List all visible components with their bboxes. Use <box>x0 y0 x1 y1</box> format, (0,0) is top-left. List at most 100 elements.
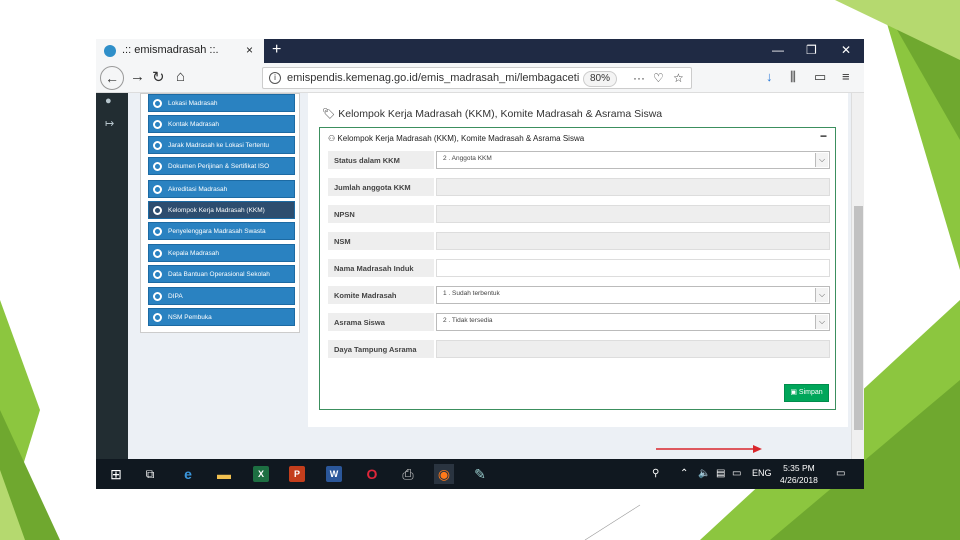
page-scrollbar[interactable] <box>851 93 864 459</box>
file-explorer-icon[interactable]: ▬ <box>214 464 234 484</box>
nsm-input[interactable] <box>436 232 830 250</box>
forward-button[interactable]: → <box>130 68 145 85</box>
back-button[interactable]: ← <box>100 66 124 90</box>
word-icon[interactable]: W <box>326 466 342 482</box>
slide: .:: emismadrasah ::. × + — ❐ ✕ ← → ↻ ⌂ i… <box>0 0 960 540</box>
powerpoint-icon[interactable]: P <box>289 466 305 482</box>
panel-title: ⚇ Kelompok Kerja Madrasah (KKM), Komite … <box>328 134 585 143</box>
sidebar-item-penyelenggara[interactable]: Penyelenggara Madrasah Swasta <box>148 222 295 240</box>
volume-icon[interactable]: 🔈 <box>698 468 710 479</box>
field-label: NSM <box>328 232 434 250</box>
form-row-madrasah-induk: Nama Madrasah Induk <box>328 259 830 277</box>
circle-icon <box>153 206 162 215</box>
screenshot: .:: emismadrasah ::. × + — ❐ ✕ ← → ↻ ⌂ i… <box>96 39 864 489</box>
sidebar-toggle-icon[interactable]: ▭ <box>814 69 826 85</box>
taskbar-clock[interactable]: 5:35 PM 4/26/2018 <box>780 462 818 486</box>
field-label: Komite Madrasah <box>328 286 434 304</box>
url-bar[interactable]: i emispendis.kemenag.go.id/emis_madrasah… <box>262 67 692 89</box>
logout-icon[interactable]: ↦ <box>105 117 114 130</box>
sidebar-item-kkm[interactable]: Kelompok Kerja Madrasah (KKM) <box>148 201 295 219</box>
excel-icon[interactable]: X <box>253 466 269 482</box>
menu-icon[interactable]: ≡ <box>842 69 850 84</box>
sidebar-item-dipa[interactable]: DIPA <box>148 287 295 305</box>
printer-app-icon[interactable]: ⎙ <box>398 464 418 484</box>
chevron-down-icon[interactable]: ⌵ <box>815 315 828 329</box>
users-icon: ⚇ <box>328 134 338 143</box>
collapse-button[interactable]: − <box>820 129 827 143</box>
notification-icon[interactable]: ▭ <box>836 468 845 479</box>
daya-tampung-input[interactable] <box>436 340 830 358</box>
sidebar-item-kepala[interactable]: Kepala Madrasah <box>148 244 295 262</box>
kkm-panel: ⚇ Kelompok Kerja Madrasah (KKM), Komite … <box>319 127 836 410</box>
circle-icon <box>153 141 162 150</box>
library-icon[interactable]: ⫼ <box>790 69 796 85</box>
windows-taskbar: ⊞ ⧉ e ▬ X P W O ⎙ ◉ ✎ ⚲ ⌃ 🔈 ▤ ▭ ENG 5:35… <box>96 459 864 489</box>
chevron-up-icon[interactable]: ⌃ <box>680 468 688 479</box>
maximize-button[interactable]: ❐ <box>806 43 817 57</box>
npsn-input[interactable] <box>436 205 830 223</box>
task-view-icon[interactable]: ⧉ <box>140 464 160 484</box>
chevron-down-icon[interactable]: ⌵ <box>815 288 828 302</box>
home-icon[interactable]: ⌂ <box>176 68 185 85</box>
save-icon: ▣ <box>790 389 799 396</box>
form-row-jumlah-anggota: Jumlah anggota KKM <box>328 178 830 196</box>
people-icon[interactable]: ⚲ <box>652 468 659 479</box>
admin-sidebar-strip: ● ↦ <box>96 93 128 459</box>
status-kkm-select[interactable]: 2 . Anggota KKM ⌵ <box>436 151 830 169</box>
new-tab-button[interactable]: + <box>272 41 281 59</box>
zoom-badge[interactable]: 80% <box>583 71 618 87</box>
info-icon[interactable]: i <box>269 72 281 84</box>
chevron-down-icon[interactable]: ⌵ <box>815 153 828 167</box>
opera-icon[interactable]: O <box>362 464 382 484</box>
form-row-asrama: Asrama Siswa 2 . Tidak tersedia ⌵ <box>328 313 830 331</box>
browser-tabbar: .:: emismadrasah ::. × + — ❐ ✕ <box>96 39 864 63</box>
komite-select[interactable]: 1 . Sudah terbentuk ⌵ <box>436 286 830 304</box>
main-content: 🏷 Kelompok Kerja Madrasah (KKM), Komite … <box>308 93 848 427</box>
tag-icon: 🏷 <box>322 108 339 120</box>
jumlah-anggota-input[interactable] <box>436 178 830 196</box>
clock-time: 5:35 PM <box>783 463 815 473</box>
circle-icon <box>153 120 162 129</box>
sidebar-item-akreditasi[interactable]: Akreditasi Madrasah <box>148 180 295 198</box>
minimize-button[interactable]: — <box>772 43 784 57</box>
edge-browser-icon[interactable]: e <box>178 464 198 484</box>
reload-button[interactable]: ↻ <box>152 68 165 86</box>
close-window-button[interactable]: ✕ <box>841 43 851 57</box>
field-label: NPSN <box>328 205 434 223</box>
circle-icon <box>153 270 162 279</box>
sidebar-item-lokasi[interactable]: Lokasi Madrasah <box>148 94 295 112</box>
form-row-komite: Komite Madrasah 1 . Sudah terbentuk ⌵ <box>328 286 830 304</box>
download-icon[interactable]: ↓ <box>766 69 773 84</box>
madrasah-induk-input[interactable] <box>436 259 830 277</box>
sidebar-item-nsm[interactable]: NSM Pembuka <box>148 308 295 326</box>
network-icon[interactable]: ▤ <box>716 468 725 479</box>
browser-tab[interactable]: .:: emismadrasah ::. × <box>96 39 264 63</box>
save-button[interactable]: ▣ Simpan <box>784 384 829 402</box>
firefox-icon[interactable]: ◉ <box>434 464 454 484</box>
field-label: Nama Madrasah Induk <box>328 259 434 277</box>
form-row-npsn: NPSN <box>328 205 830 223</box>
bookmark-star-icon[interactable]: ☆ <box>673 71 684 85</box>
sidebar-item-dokumen[interactable]: Dokumen Perijinan & Sertifikat ISO <box>148 157 295 175</box>
user-icon[interactable]: ● <box>105 95 112 107</box>
windows-start-icon[interactable]: ⊞ <box>106 464 126 484</box>
sidebar-item-bos[interactable]: Data Bantuan Operasional Sekolah <box>148 265 295 283</box>
sidebar-item-jarak[interactable]: Jarak Madrasah ke Lokasi Tertentu <box>148 136 295 154</box>
scrollbar-thumb[interactable] <box>854 206 863 430</box>
form-row-status-kkm: Status dalam KKM 2 . Anggota KKM ⌵ <box>328 151 830 169</box>
language-indicator[interactable]: ENG <box>752 468 772 478</box>
more-actions-icon[interactable]: ··· <box>633 71 645 85</box>
asrama-select[interactable]: 2 . Tidak tersedia ⌵ <box>436 313 830 331</box>
red-arrow-annotation <box>656 445 762 453</box>
app-icon[interactable]: ✎ <box>470 464 490 484</box>
circle-icon <box>153 313 162 322</box>
battery-icon[interactable]: ▭ <box>732 468 741 479</box>
browser-navbar: ← → ↻ ⌂ i emispendis.kemenag.go.id/emis_… <box>96 63 864 93</box>
tab-close-icon[interactable]: × <box>246 43 253 57</box>
field-label: Asrama Siswa <box>328 313 434 331</box>
pocket-icon[interactable]: ♡ <box>653 71 664 85</box>
field-label: Daya Tampung Asrama <box>328 340 434 358</box>
sidebar-item-kontak[interactable]: Kontak Madrasah <box>148 115 295 133</box>
page-title: 🏷 Kelompok Kerja Madrasah (KKM), Komite … <box>322 108 663 120</box>
form-row-nsm: NSM <box>328 232 830 250</box>
